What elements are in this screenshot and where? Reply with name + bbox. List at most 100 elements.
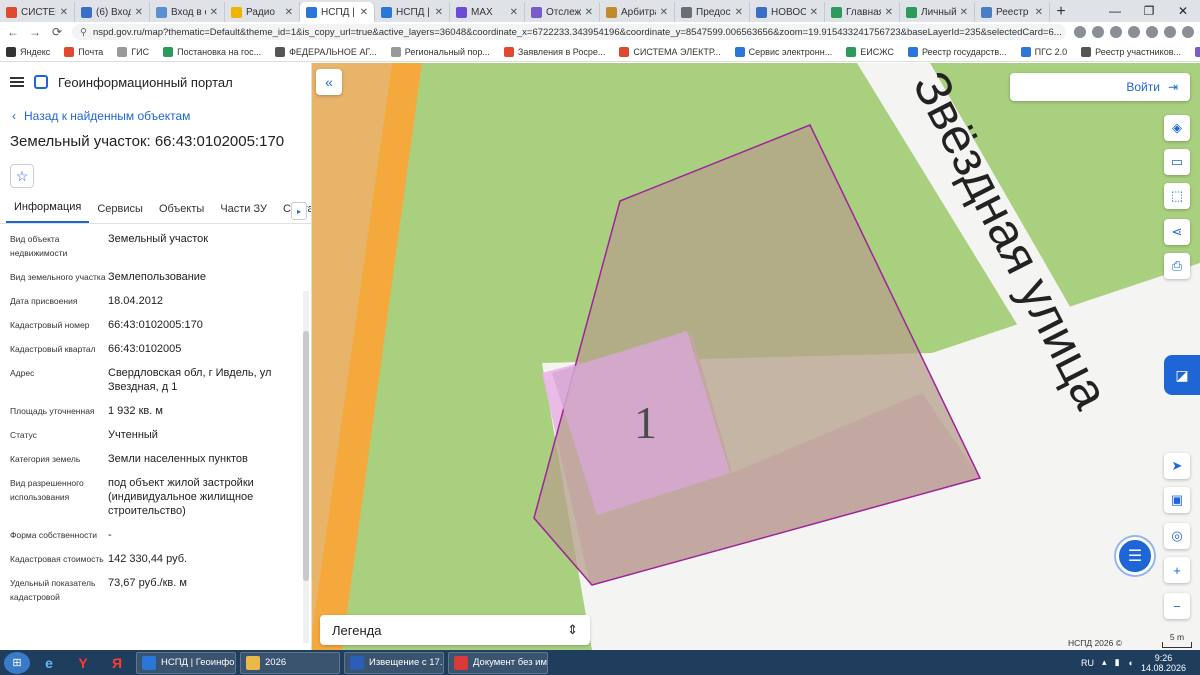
volume-icon[interactable]: ◖ [1128, 658, 1133, 668]
network-icon[interactable]: ▮ [1115, 657, 1120, 668]
language-indicator[interactable]: RU [1081, 658, 1094, 668]
tab-close-icon[interactable]: ✕ [285, 7, 293, 18]
support-button[interactable]: ◎ [1164, 523, 1190, 549]
browser-tab[interactable]: Радио ✕ [225, 2, 300, 22]
geolocation-button[interactable]: ➤ [1164, 453, 1190, 479]
panel-scrollbar[interactable] [303, 291, 309, 643]
tray-arrow-icon[interactable]: ▴ [1102, 657, 1107, 668]
tab-close-icon[interactable]: ✕ [60, 7, 68, 18]
bookmark-item[interactable]: ПГС 2.0 [1020, 46, 1067, 57]
browser-tab[interactable]: Личный к ✕ [900, 2, 975, 22]
zoom-out-button[interactable]: − [1164, 593, 1190, 619]
internet-explorer-icon[interactable]: e [34, 652, 64, 674]
chat-fab-button[interactable]: ☰ [1116, 537, 1154, 575]
panel-tab[interactable]: Объекты [151, 203, 212, 223]
side-assistant-tab[interactable]: ◪ [1164, 355, 1200, 395]
extension-icon[interactable] [1092, 26, 1104, 38]
bookmark-item[interactable]: ГИС [117, 46, 149, 57]
panel-tab[interactable]: Информация [6, 201, 90, 223]
bookmark-item[interactable]: Сервис электронн... [734, 46, 832, 57]
extension-icon[interactable] [1146, 26, 1158, 38]
yandex-browser-icon[interactable]: Y [68, 652, 98, 674]
browser-tab[interactable]: Предоста ✕ [675, 2, 750, 22]
bookmark-item[interactable]: Заявления в Росре... [503, 46, 605, 57]
login-button[interactable]: Войти ⇥ [1010, 73, 1190, 101]
panel-tab[interactable]: Части ЗУ [212, 203, 275, 223]
menu-kebab-icon[interactable] [1182, 26, 1194, 38]
tab-close-icon[interactable]: ✕ [1035, 7, 1043, 18]
tab-close-icon[interactable]: ✕ [135, 7, 143, 18]
browser-tab[interactable]: Вход в сис ✕ [150, 2, 225, 22]
extension-icon[interactable] [1128, 26, 1140, 38]
browser-tab[interactable]: Арбитраж ✕ [600, 2, 675, 22]
bookmark-item[interactable]: ЕИСЖС [846, 46, 894, 57]
browser-tab[interactable]: НСПД | Ф ✕ [375, 2, 450, 22]
bookmark-item[interactable]: ФЕДЕРАЛЬНОЕ АГ... [275, 46, 377, 57]
tab-close-icon[interactable]: ✕ [585, 7, 593, 18]
map-canvas[interactable]: 1 Звёздная улица [312, 63, 1200, 650]
taskbar-window-button[interactable]: 2026 [240, 651, 340, 674]
browser-tab[interactable]: Отслежив ✕ [525, 2, 600, 22]
bookmark-item[interactable]: СИСТЕМА ЭЛЕКТР... [619, 46, 721, 57]
browser-tab[interactable]: СИСТЕМА ✕ [0, 2, 75, 22]
print-tool-button[interactable]: ⎙ [1164, 253, 1190, 279]
bookmark-item[interactable]: Региональный пор... [390, 46, 490, 57]
legend-dropdown[interactable]: Легенда ⇕ [320, 615, 590, 645]
bookmark-item[interactable]: Реестр участников... [1081, 46, 1181, 57]
taskbar-window-button[interactable]: НСПД | Геоинфо... [136, 651, 236, 674]
extension-icon[interactable] [1074, 26, 1086, 38]
yandex-icon[interactable]: Я [102, 652, 132, 674]
back-to-results-label: Назад к найденным объектам [24, 109, 191, 123]
taskbar-window-button[interactable]: Документ без им... [448, 651, 548, 674]
collapse-panel-button[interactable]: « [316, 69, 342, 95]
tab-close-icon[interactable]: ✕ [810, 7, 818, 18]
maximize-window-button[interactable]: ❐ [1132, 4, 1166, 18]
tab-close-icon[interactable]: ✕ [510, 7, 518, 18]
panel-tab[interactable]: Сервисы [89, 203, 151, 223]
back-arrow-icon[interactable]: ← [6, 25, 20, 39]
bookmark-item[interactable]: Обновление Реест... [1195, 46, 1200, 57]
site-info-icon[interactable]: ⚲ [80, 27, 87, 38]
measure-tool-button[interactable]: ▭ [1164, 149, 1190, 175]
bookmark-item[interactable]: Почта [64, 46, 103, 57]
reload-icon[interactable]: ⟳ [50, 25, 64, 39]
browser-tab[interactable]: (6) Входящ ✕ [75, 2, 150, 22]
tab-close-icon[interactable]: ✕ [660, 7, 668, 18]
tab-close-icon[interactable]: ✕ [885, 7, 893, 18]
bookmark-item[interactable]: Яндекс [6, 46, 50, 57]
browser-tab-label: Личный к [921, 6, 956, 18]
url-input[interactable]: ⚲ nspd.gov.ru/map?thematic=Default&theme… [72, 24, 1066, 40]
bookmark-item[interactable]: Постановка на гос... [163, 46, 261, 57]
basemap-button[interactable]: ▣ [1164, 487, 1190, 513]
tab-close-icon[interactable]: ✕ [435, 7, 443, 18]
map-view[interactable]: 1 Звёздная улица « Войти ⇥ ◈ ▭ ⬚ ⋖ ⎙ ◪ ➤… [312, 63, 1200, 650]
zoom-in-button[interactable]: + [1164, 557, 1190, 583]
browser-tab[interactable]: Главная с ✕ [825, 2, 900, 22]
favorite-star-button[interactable]: ☆ [10, 164, 34, 188]
property-row: Статус Учтенный [0, 428, 311, 442]
new-tab-button[interactable]: + [1050, 2, 1072, 22]
bookmark-item[interactable]: Реестр государств... [907, 46, 1007, 57]
minimize-window-button[interactable]: — [1098, 4, 1132, 18]
share-tool-button[interactable]: ⋖ [1164, 219, 1190, 245]
close-window-button[interactable]: ✕ [1166, 4, 1200, 18]
taskbar-window-button[interactable]: Извещение с 17... [344, 651, 444, 674]
hamburger-menu-icon[interactable] [10, 77, 24, 87]
tabs-scroll-right-button[interactable]: ▸ [291, 202, 307, 220]
layers-tool-button[interactable]: ◈ [1164, 115, 1190, 141]
tab-close-icon[interactable]: ✕ [735, 7, 743, 18]
start-button[interactable]: ⊞ [4, 651, 30, 674]
browser-tab[interactable]: НОВОСТИ ✕ [750, 2, 825, 22]
browser-tab[interactable]: НСПД | Ге ✕ [300, 2, 375, 22]
forward-arrow-icon[interactable]: → [28, 25, 42, 39]
tab-close-icon[interactable]: ✕ [210, 7, 218, 18]
profile-avatar-icon[interactable] [1164, 26, 1176, 38]
tab-close-icon[interactable]: ✕ [960, 7, 968, 18]
back-to-results-link[interactable]: ‹ Назад к найденным объектам [0, 101, 311, 131]
select-tool-button[interactable]: ⬚ [1164, 183, 1190, 209]
clock[interactable]: 9:26 14.08.2026 [1141, 653, 1186, 673]
tab-close-icon[interactable]: ✕ [360, 7, 368, 18]
browser-tab[interactable]: Реестр из ✕ [975, 2, 1050, 22]
browser-tab[interactable]: MAX ✕ [450, 2, 525, 22]
extension-icon[interactable] [1110, 26, 1122, 38]
